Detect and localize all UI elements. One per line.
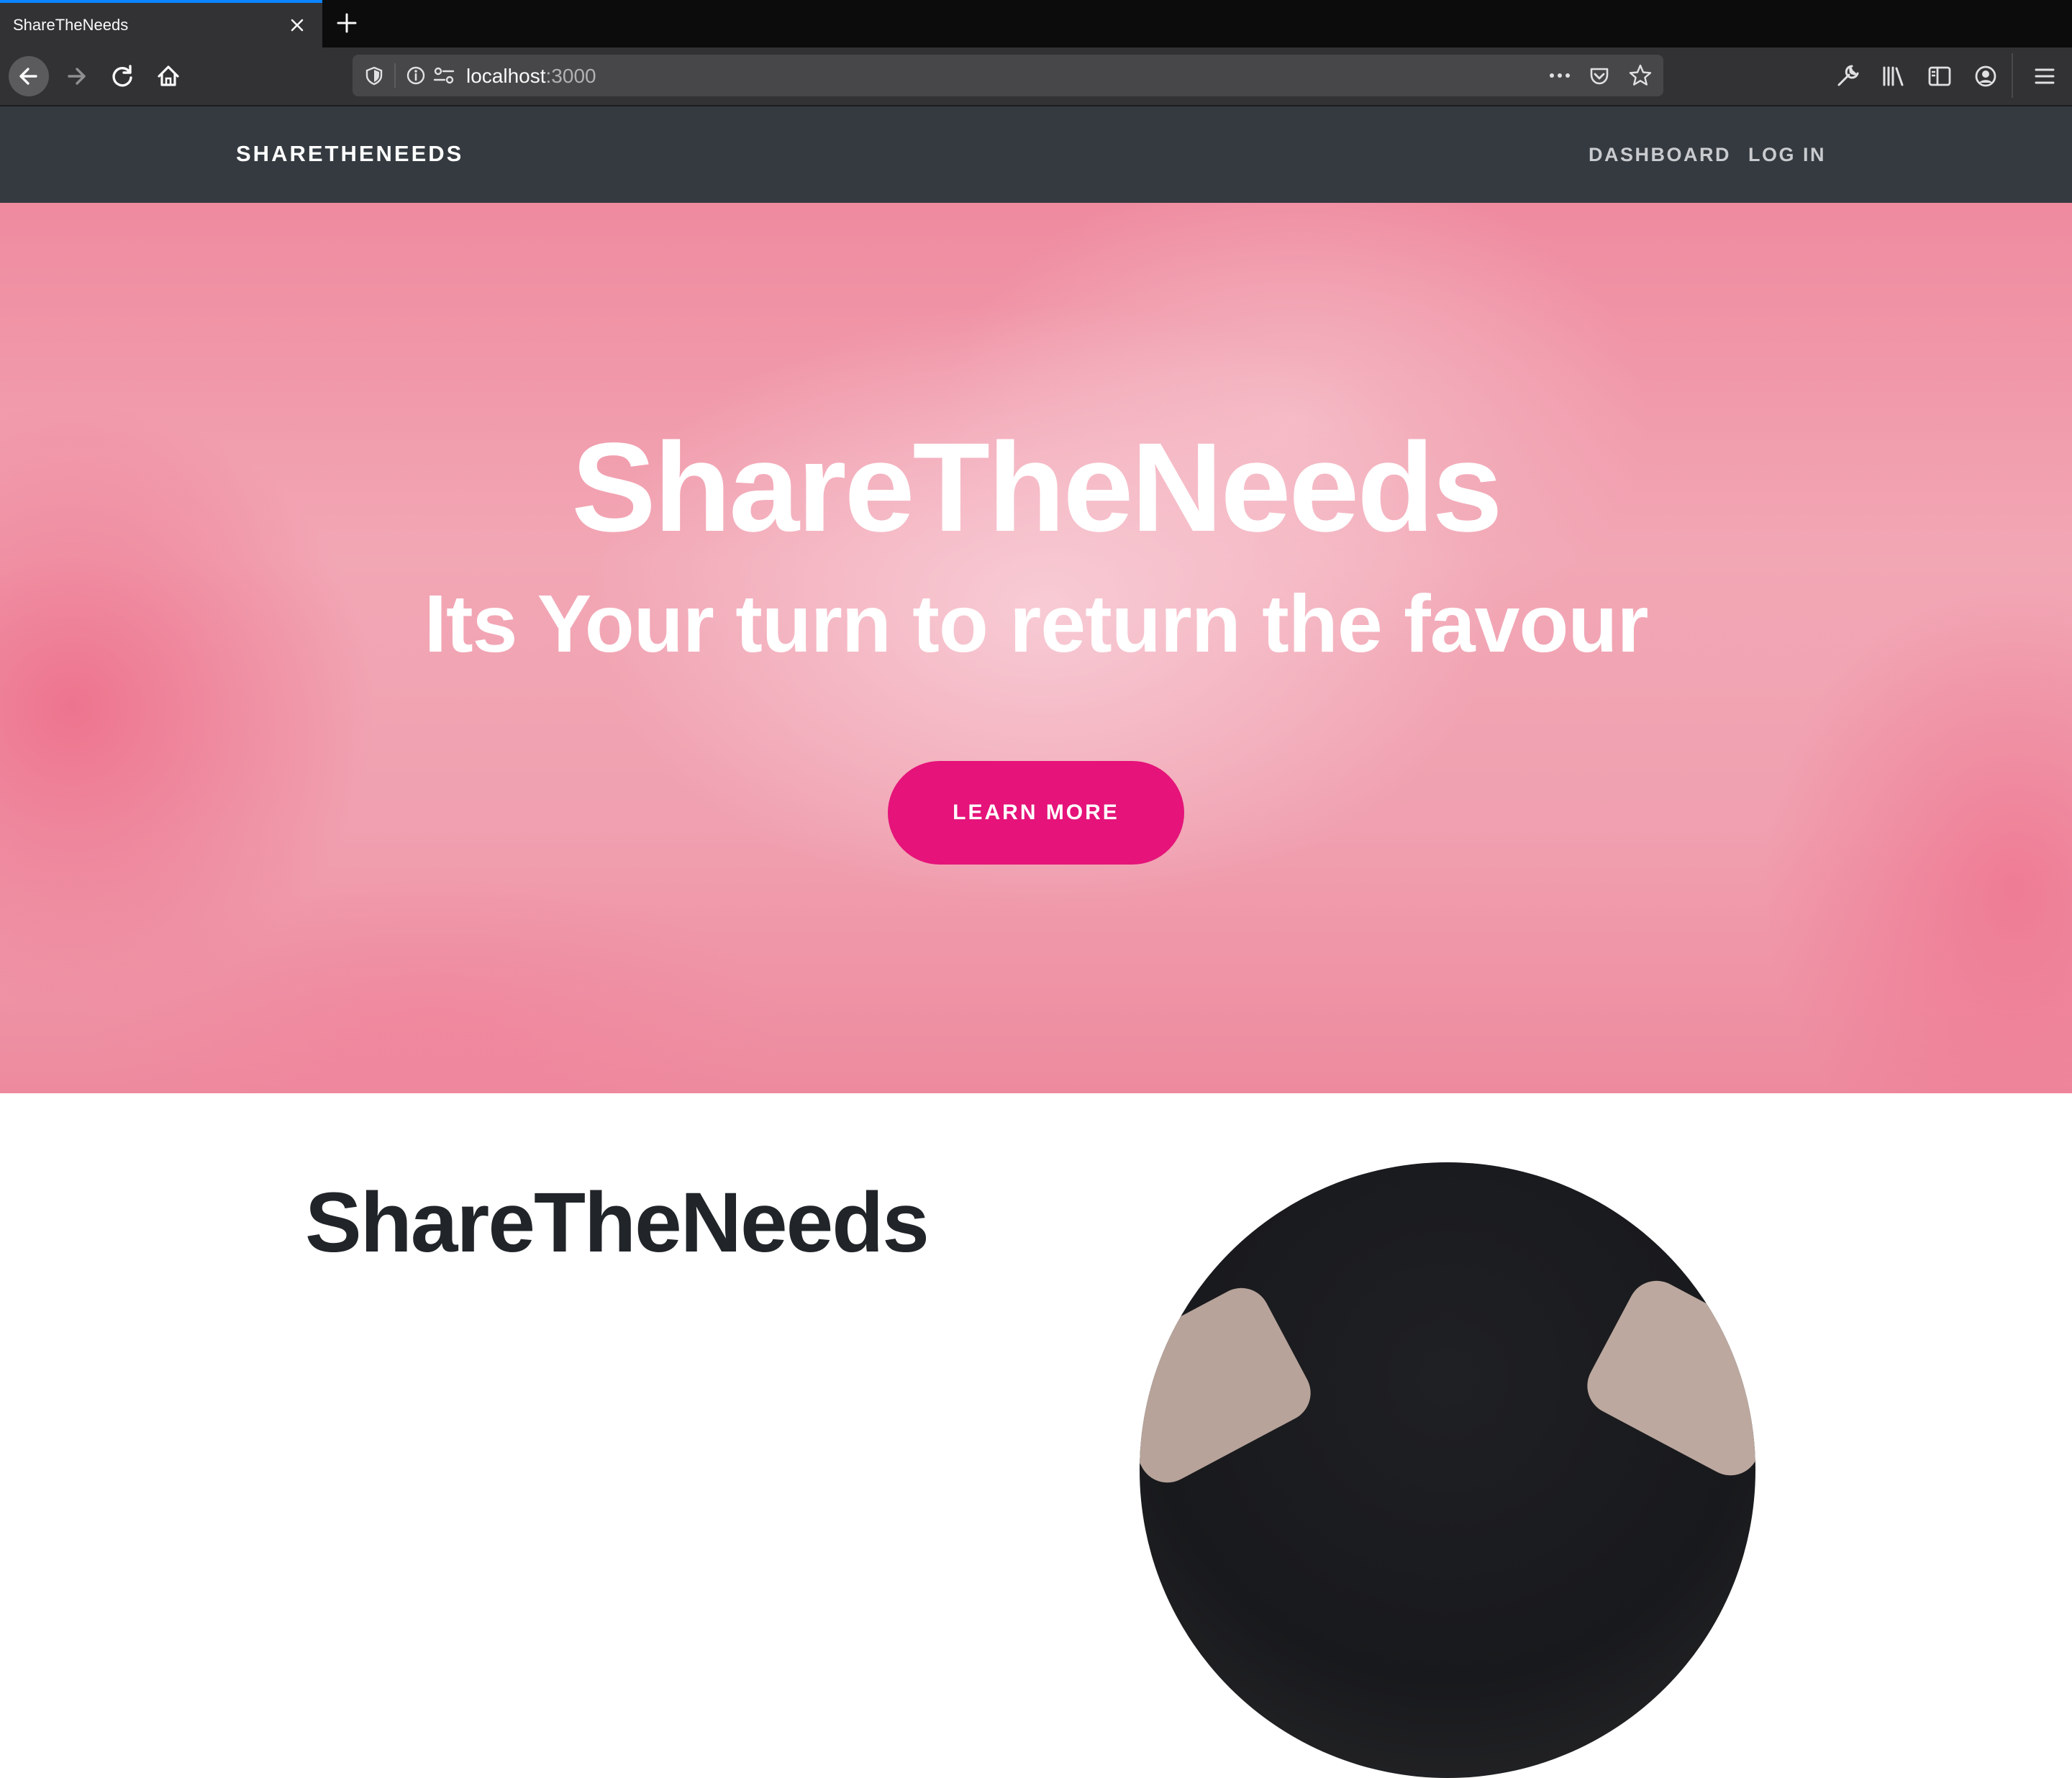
shield-icon[interactable] xyxy=(363,64,386,87)
forward-arrow-icon[interactable] xyxy=(56,56,96,96)
hero-title: ShareTheNeeds xyxy=(571,417,1502,558)
pocket-icon[interactable] xyxy=(1587,63,1612,88)
back-arrow-icon[interactable] xyxy=(9,56,49,96)
info-icon[interactable] xyxy=(404,64,427,87)
url-port: :3000 xyxy=(545,65,596,87)
site-navbar: SHARETHENEEDS DASHBOARD LOG IN xyxy=(0,106,2072,203)
bookmark-star-icon[interactable] xyxy=(1627,63,1653,88)
browser-tab-strip: ShareTheNeeds xyxy=(0,0,2072,47)
site-brand-link[interactable]: SHARETHENEEDS xyxy=(236,141,463,167)
tab-title: ShareTheNeeds xyxy=(13,16,129,34)
permissions-icon[interactable] xyxy=(432,64,456,87)
urlbar-divider xyxy=(394,63,396,88)
learn-more-button[interactable]: LEARN MORE xyxy=(888,761,1184,865)
url-text[interactable]: localhost:3000 xyxy=(466,65,596,88)
about-image xyxy=(1140,1162,1755,1778)
url-host: localhost xyxy=(466,65,546,87)
about-title: ShareTheNeeds xyxy=(305,1175,930,1270)
sidebar-icon[interactable] xyxy=(1925,62,1954,91)
hero-subtitle: Its Your turn to return the favour xyxy=(424,578,1649,669)
library-icon[interactable] xyxy=(1879,62,1908,91)
hamburger-menu-icon[interactable] xyxy=(2030,62,2059,91)
wrench-icon[interactable] xyxy=(1833,62,1862,91)
hero-section: ShareTheNeeds Its Your turn to return th… xyxy=(0,203,2072,1093)
nav-link-login[interactable]: LOG IN xyxy=(1748,144,1826,166)
account-icon[interactable] xyxy=(1971,62,2000,91)
browser-tab[interactable]: ShareTheNeeds xyxy=(0,0,322,47)
image-shape-left xyxy=(1140,1277,1321,1493)
browser-toolbar: localhost:3000 xyxy=(0,47,2072,106)
more-actions-icon[interactable] xyxy=(1547,64,1573,87)
toolbar-divider xyxy=(2012,53,2013,98)
close-icon[interactable] xyxy=(286,14,308,36)
address-bar[interactable]: localhost:3000 xyxy=(353,55,1663,96)
nav-link-dashboard[interactable]: DASHBOARD xyxy=(1589,144,1731,166)
home-icon[interactable] xyxy=(148,56,188,96)
image-shape-right xyxy=(1577,1270,1755,1486)
new-tab-plus-icon[interactable] xyxy=(334,10,360,36)
reload-icon[interactable] xyxy=(102,56,142,96)
